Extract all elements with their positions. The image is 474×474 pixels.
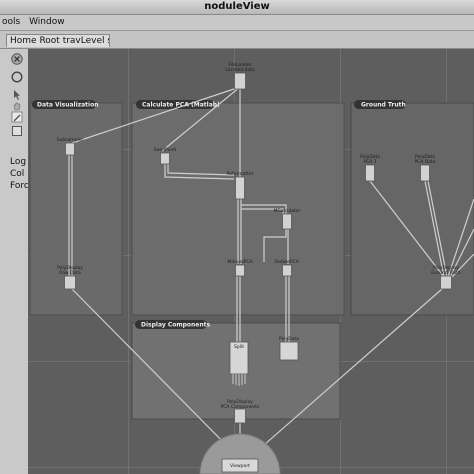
node-label-pca-components: PCA Components: [221, 404, 260, 410]
window-title: noduleView: [0, 0, 474, 15]
menu-window[interactable]: Window: [29, 17, 65, 27]
menu-tools[interactable]: ools: [2, 17, 20, 27]
node-label-top-loader: Located data: [225, 67, 255, 73]
node-label-pca-poly: PolyData: [279, 336, 299, 342]
node-setcomputer[interactable]: [282, 213, 292, 230]
hand-icon[interactable]: [11, 99, 23, 111]
col-label[interactable]: Col: [10, 169, 24, 180]
node-rotate-pca[interactable]: [282, 264, 292, 277]
tab-strip: Home Root travLevel shmStatus: [0, 31, 474, 49]
menubar: ools Window: [0, 15, 474, 31]
node-reformatter[interactable]: [235, 176, 245, 200]
node-label-seedpoint: SeedPoint: [154, 147, 177, 153]
node-label-setcomputer: MCalculator: [274, 208, 301, 214]
node-label-ground-2: PCA Data: [414, 159, 435, 165]
node-label-ground-display: Ground Truth: [431, 270, 461, 276]
tool-panel: Log Col Force: [0, 49, 34, 474]
graph-svg[interactable]: Data Visualization Calculate PCA (Matlab…: [28, 49, 474, 474]
circle-icon[interactable]: [11, 71, 23, 83]
group-ground-truth[interactable]: [350, 102, 474, 316]
breadcrumb-tab[interactable]: Home Root travLevel shmStatus: [6, 34, 110, 47]
node-ground-1[interactable]: [365, 164, 375, 182]
log-label[interactable]: Log: [10, 157, 26, 168]
group-label-data-visualization: Data Visualization: [37, 102, 99, 109]
node-label-pcs: Split: [234, 344, 244, 350]
group-label-ground-truth: Ground Truth: [361, 102, 406, 109]
node-seedpoint[interactable]: [160, 152, 170, 165]
node-label-left-display: Raw Data: [59, 270, 81, 276]
group-data-visualization[interactable]: [29, 102, 123, 316]
group-label-calculate-pca: Calculate PCA (Matlab): [142, 102, 220, 109]
node-subsampler[interactable]: [65, 142, 75, 156]
node-label-rotate-pca: RotatePCA: [275, 259, 300, 265]
node-left-display[interactable]: [64, 275, 76, 290]
square-icon[interactable]: [11, 125, 23, 137]
node-label-reformatter: Reformatter: [226, 171, 253, 177]
node-ground-2[interactable]: [420, 164, 430, 182]
node-label-viewport: Viewport: [230, 463, 250, 469]
node-pca-components[interactable]: [234, 408, 246, 424]
pca-poly-node[interactable]: [279, 341, 299, 361]
node-ground-display[interactable]: [440, 275, 452, 290]
group-label-display-components: Display Components: [141, 322, 210, 329]
node-top-loader[interactable]: [234, 72, 246, 90]
node-label-ground-1: PCA 1: [363, 159, 376, 165]
pencil-icon[interactable]: [11, 111, 23, 123]
x-circle-icon[interactable]: [11, 53, 23, 65]
node-label-manual-pca: ManualPCA: [227, 259, 253, 265]
graph-canvas[interactable]: Data Visualization Calculate PCA (Matlab…: [28, 49, 474, 474]
node-label-subsampler: Subsampler: [57, 137, 84, 143]
node-manual-pca[interactable]: [235, 264, 245, 277]
